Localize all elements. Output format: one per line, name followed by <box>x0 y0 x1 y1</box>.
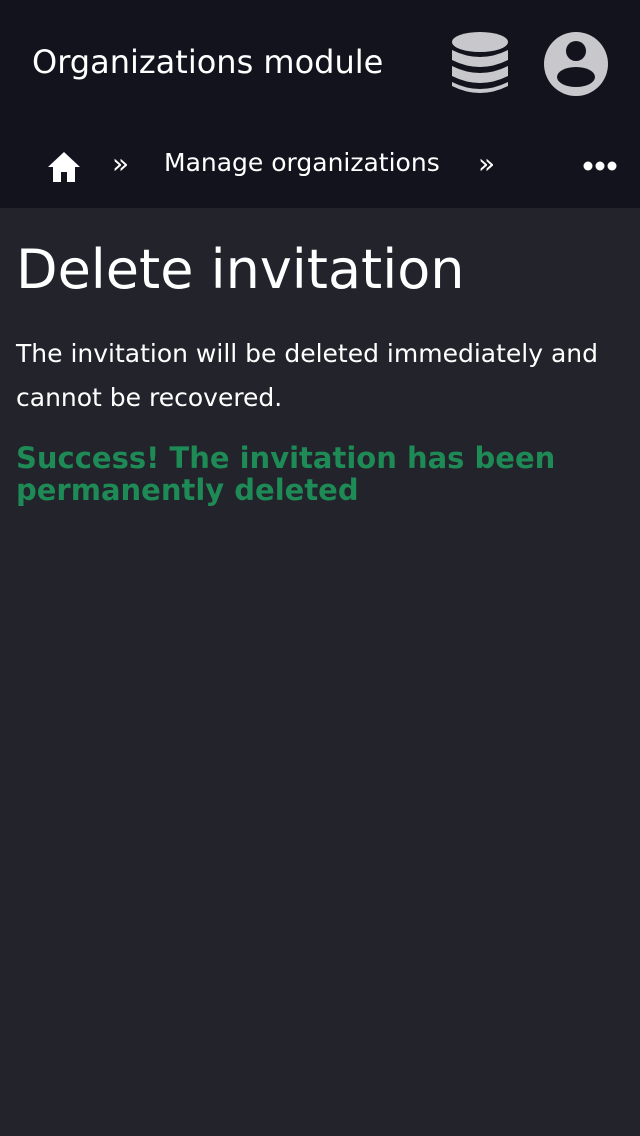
breadcrumb: » Manage organizations » <box>0 128 640 204</box>
main-content: Delete invitation The invitation will be… <box>16 230 624 506</box>
success-message: Success! The invitation has been permane… <box>16 441 556 507</box>
user-account-icon[interactable] <box>544 32 608 96</box>
app-title: Organizations module <box>32 43 384 81</box>
home-icon[interactable] <box>46 150 82 184</box>
deletion-warning-text: The invitation will be deleted immediate… <box>16 339 599 412</box>
breadcrumb-separator: » <box>478 147 496 180</box>
top-bar: Organizations module » Manage organizati… <box>0 0 640 208</box>
breadcrumb-separator: » <box>112 147 130 180</box>
database-icon[interactable] <box>448 30 512 98</box>
ellipsis-icon[interactable] <box>580 156 620 176</box>
page-title: Delete invitation <box>16 238 465 301</box>
breadcrumb-manage-organizations[interactable]: Manage organizations <box>164 146 440 180</box>
